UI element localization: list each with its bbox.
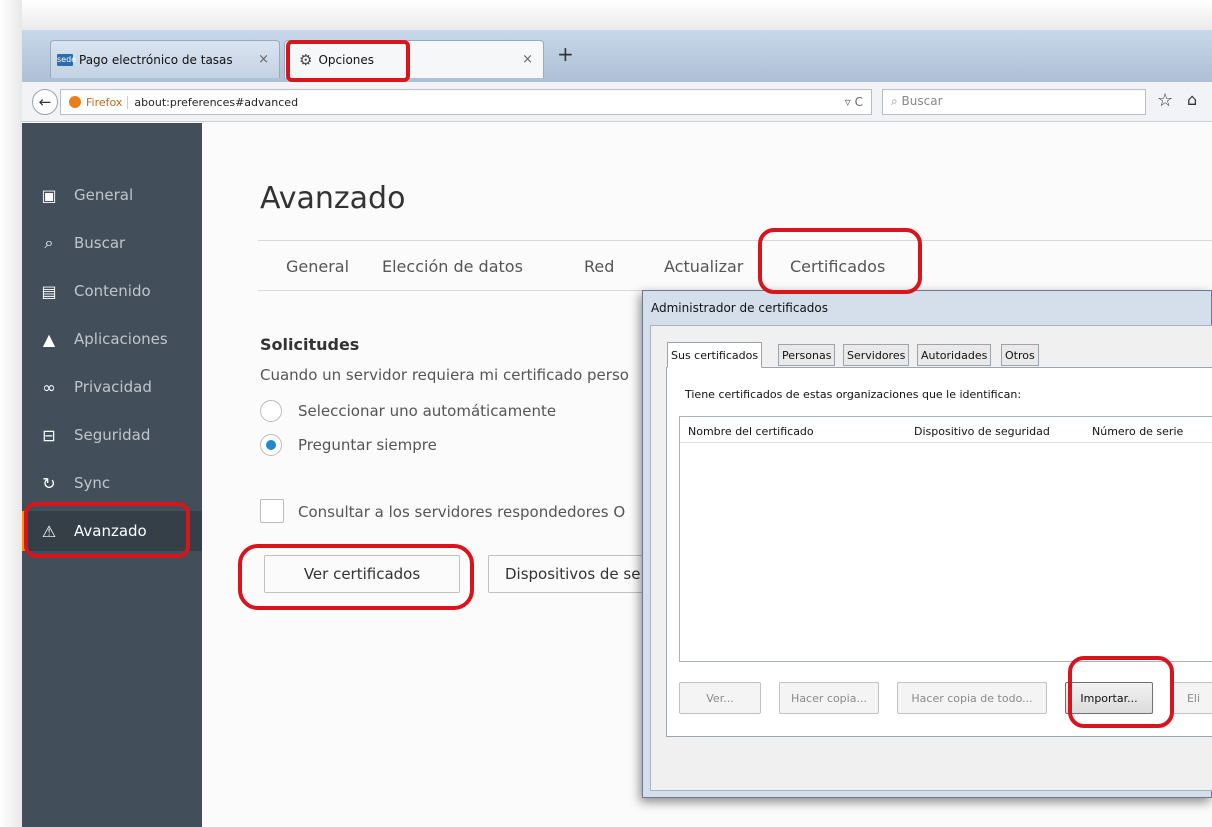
search-icon: ⌕: [44, 233, 54, 252]
security-devices-button[interactable]: Dispositivos de se: [488, 555, 648, 593]
sidebar-item-sync[interactable]: ↻ Sync: [22, 463, 202, 503]
section-description: Cuando un servidor requiera mi certifica…: [260, 366, 629, 384]
radio-ask-label[interactable]: Preguntar siempre: [298, 436, 437, 454]
sidebar-item-label: Sync: [74, 474, 111, 492]
tab-servidores[interactable]: Servidores: [843, 344, 910, 366]
delete-button[interactable]: Eli: [1171, 682, 1212, 714]
library-icon[interactable]: ⌂: [1187, 90, 1197, 109]
sidebar-item-label: Contenido: [74, 282, 151, 300]
content-icon: ▤: [41, 281, 57, 301]
privacy-icon: ∞: [42, 377, 56, 397]
frame-shadow-left: [0, 0, 22, 827]
column-header-name[interactable]: Nombre del certificado: [688, 425, 814, 438]
nav-bar: ← Firefox about:preferences#advanced ▿ C…: [22, 82, 1212, 122]
search-icon: ⌕: [891, 94, 902, 108]
sidebar-item-label: Privacidad: [74, 378, 152, 396]
url-text: about:preferences#advanced: [134, 95, 299, 109]
sidebar-item-label: Aplicaciones: [74, 330, 168, 348]
radio-ask-always[interactable]: [260, 434, 282, 456]
search-placeholder: Buscar: [901, 94, 943, 108]
applications-icon: ▲: [42, 329, 56, 349]
dialog-title: Administrador de certificados: [651, 301, 829, 315]
reload-icon[interactable]: ▿ C: [845, 95, 863, 109]
tab-strip: sede Pago electrónico de tasas × ⚙ Opcio…: [22, 30, 1212, 82]
sidebar-item-contenido[interactable]: ▤ Contenido: [22, 271, 202, 311]
tab-eleccion-datos[interactable]: Elección de datos: [382, 257, 523, 276]
url-bar[interactable]: Firefox about:preferences#advanced ▿ C: [60, 89, 872, 115]
highlight-mark: [1068, 656, 1174, 728]
radio-auto-select[interactable]: [260, 400, 282, 422]
ocsp-label[interactable]: Consultar a los servidores respondedores…: [298, 503, 625, 521]
highlight-mark: [286, 40, 410, 82]
tab-autoridades[interactable]: Autoridades: [917, 344, 992, 366]
tab-pago[interactable]: sede Pago electrónico de tasas ×: [50, 40, 280, 78]
page-title: Avanzado: [260, 181, 406, 216]
general-icon: ▣: [41, 185, 57, 205]
header-divider: [680, 442, 1212, 443]
sede-favicon-icon: sede: [57, 53, 77, 66]
identity-label: Firefox: [86, 95, 129, 109]
tab-red[interactable]: Red: [584, 257, 614, 276]
highlight-mark: [758, 228, 922, 294]
divider: [258, 240, 1212, 241]
close-icon[interactable]: ×: [258, 52, 269, 67]
new-tab-button[interactable]: +: [557, 42, 574, 66]
sidebar-item-buscar[interactable]: ⌕ Buscar: [22, 223, 202, 263]
back-button[interactable]: ←: [32, 89, 58, 115]
lock-icon: ⊟: [42, 425, 56, 445]
prefs-sidebar: ▣ General ⌕ Buscar ▤ Contenido ▲ Aplicac…: [22, 123, 202, 827]
radio-auto-label[interactable]: Seleccionar uno automáticamente: [298, 402, 556, 420]
tab-general[interactable]: General: [286, 257, 349, 276]
tab-title: Pago electrónico de tasas: [79, 52, 233, 67]
backup-button[interactable]: Hacer copia...: [779, 682, 879, 714]
highlight-mark: [238, 544, 474, 610]
sidebar-item-privacidad[interactable]: ∞ Privacidad: [22, 367, 202, 407]
column-header-device[interactable]: Dispositivo de seguridad: [914, 425, 1050, 438]
sidebar-item-label: Buscar: [74, 234, 126, 252]
certificate-list[interactable]: Nombre del certificado Dispositivo de se…: [679, 416, 1212, 662]
sidebar-item-general[interactable]: ▣ General: [22, 175, 202, 215]
panel-description: Tiene certificados de estas organizacion…: [685, 388, 1022, 401]
tab-otros[interactable]: Otros: [1001, 344, 1039, 366]
sidebar-item-label: Seguridad: [74, 426, 151, 444]
view-button[interactable]: Ver...: [679, 682, 761, 714]
close-icon[interactable]: ×: [522, 52, 533, 67]
bookmark-star-icon[interactable]: ☆: [1157, 90, 1173, 111]
screenshot: sede Pago electrónico de tasas × ⚙ Opcio…: [0, 0, 1212, 827]
firefox-icon: [69, 96, 81, 108]
highlight-mark: [24, 502, 190, 558]
section-title: Solicitudes: [260, 335, 360, 354]
search-input[interactable]: ⌕ Buscar: [882, 89, 1146, 115]
sync-icon: ↻: [42, 473, 56, 493]
ocsp-checkbox[interactable]: [260, 499, 284, 523]
tab-personas[interactable]: Personas: [778, 344, 836, 366]
sidebar-item-seguridad[interactable]: ⊟ Seguridad: [22, 415, 202, 455]
frame-shadow-top: [0, 0, 1212, 30]
sidebar-item-label: General: [74, 186, 134, 204]
backup-all-button[interactable]: Hacer copia de todo...: [897, 682, 1047, 714]
tab-sus-certificados[interactable]: Sus certificados: [667, 342, 763, 368]
tab-actualizar[interactable]: Actualizar: [664, 257, 743, 276]
column-header-serial[interactable]: Número de serie: [1092, 425, 1183, 438]
sidebar-item-aplicaciones[interactable]: ▲ Aplicaciones: [22, 319, 202, 359]
